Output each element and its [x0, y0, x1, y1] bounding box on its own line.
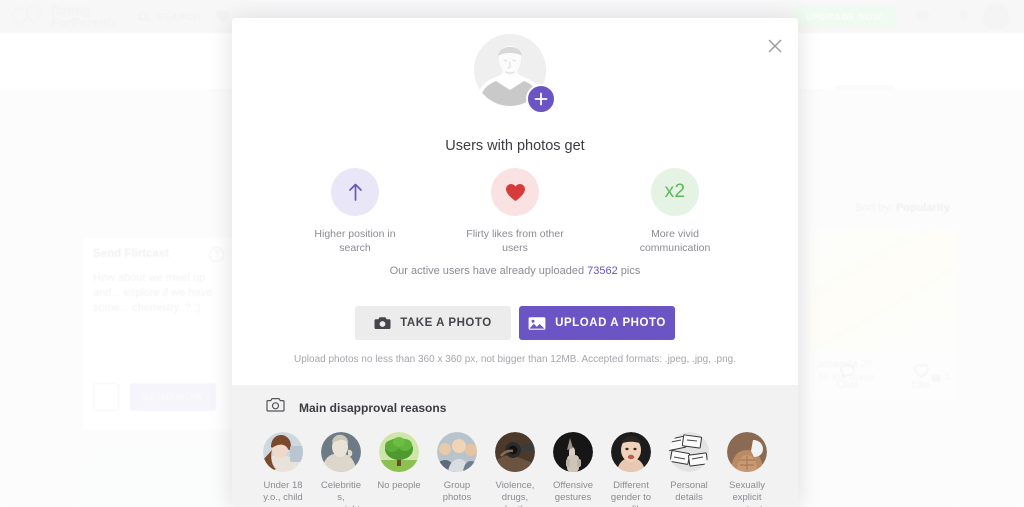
uploaded-count-line: Our active users have already uploaded 7… [232, 265, 798, 277]
modal-title: Users with photos get [445, 138, 585, 154]
documents-thumb [669, 432, 709, 472]
chat-bubble-icon [839, 363, 855, 378]
upload-photo-label: UPLOAD A PHOTO [555, 317, 666, 329]
send-now-label: SEND NOW [142, 391, 204, 403]
profile-card[interactable]: amanda 25 10 km away 1 Chat Like [810, 230, 958, 400]
reason-item: No people [377, 432, 421, 507]
sort-by-label: Sort by: [855, 202, 893, 214]
tree-thumb [379, 432, 419, 472]
flirtcast-message: How about we meet up and... explore if w… [93, 272, 213, 314]
reason-item: Personal details [667, 432, 711, 507]
flirtcast-title: Send Flirtcast [93, 248, 170, 260]
uploaded-prefix: Our active users have already uploaded [389, 265, 585, 277]
nav-search-label: SEARCH [157, 11, 202, 23]
reason-item: Sexually explicit content [725, 432, 769, 507]
sort-by[interactable]: Sort by: Popularity [855, 202, 950, 214]
profile-card[interactable]: Vanessah 34 25 km away 1 Chat Like [80, 448, 228, 507]
reasons-header: Main disapproval reasons [246, 397, 784, 418]
reason-label: Group photos [442, 480, 472, 503]
benefit-label: More vivid communication [639, 228, 711, 254]
like-label: Like [911, 379, 931, 391]
upgrade-now-label: UPGRADE NOW [805, 11, 883, 22]
benefit-item: Higher position in search [304, 168, 406, 255]
chat-bubble-icon[interactable] [915, 9, 930, 28]
site-logo[interactable]: Dating ForParents [10, 3, 118, 31]
benefit-item: x2 More vivid communication [624, 168, 726, 255]
refresh-icon[interactable] [93, 383, 119, 411]
profile-photo [810, 230, 958, 350]
upload-hint: Upload photos no less than 360 x 360 px,… [294, 354, 736, 365]
woman-portrait-thumb [263, 432, 303, 472]
plus-icon [534, 92, 548, 106]
page-root: Dating ForParents SEARCH UPGRADE NOW Sen… [0, 0, 1024, 507]
camera-icon [374, 317, 391, 329]
reason-label: Violence, drugs, death, weapons [495, 480, 535, 507]
magnifier-icon [138, 11, 150, 23]
uploaded-count: 73562 [587, 265, 618, 277]
chat-action[interactable]: Chat [810, 354, 884, 400]
reason-label: Under 18 y.o., child porn [263, 480, 303, 507]
x2-label: x2 [664, 181, 686, 202]
card-actions: Chat Like [810, 354, 958, 400]
image-icon [528, 316, 546, 330]
reason-label: Different gender to profile [610, 480, 652, 507]
profile-card[interactable]: eugeniathibw51 33 25 km away 7 Chat Like [810, 448, 958, 507]
benefit-item: Flirty likes from other users [464, 168, 566, 255]
upgrade-now-button[interactable]: UPGRADE NOW [791, 6, 897, 27]
reason-label: Sexually explicit content [729, 480, 765, 507]
sort-by-value: Popularity [895, 202, 950, 214]
reason-item: Celebrities, copyright infringement [319, 432, 363, 507]
profile-photo [80, 448, 228, 507]
gun-thumb [495, 432, 535, 472]
reason-item: Under 18 y.o., child porn [261, 432, 305, 507]
disapproval-reasons-panel: Main disapproval reasons Under 18 y.o., … [232, 385, 798, 507]
add-photo-button[interactable] [526, 84, 556, 114]
reason-item: Different gender to profile [609, 432, 653, 507]
reason-label: Personal details [670, 480, 708, 503]
logo-line-2: ForParents [51, 16, 118, 30]
chat-label: Chat [836, 379, 858, 391]
hand-gesture-thumb [553, 432, 593, 472]
question-mark-icon[interactable]: ? [209, 247, 224, 262]
logo-text: Dating ForParents [51, 5, 118, 30]
take-photo-label: TAKE A PHOTO [400, 317, 492, 329]
heart-icon [491, 168, 539, 216]
face-thumb [611, 432, 651, 472]
benefits-list: Higher position in search Flirty likes f… [232, 168, 798, 255]
reasons-title: Main disapproval reasons [299, 400, 447, 415]
reason-item: Violence, drugs, death, weapons [493, 432, 537, 507]
camera-outline-icon [266, 397, 285, 418]
upload-photo-button[interactable]: UPLOAD A PHOTO [519, 306, 675, 340]
close-icon[interactable] [766, 37, 784, 55]
uploaded-suffix: pics [620, 265, 641, 277]
nav-search[interactable]: SEARCH [138, 11, 201, 23]
chevron-down-icon[interactable]: ▼ [944, 205, 952, 214]
upload-photo-modal: Users with photos get Higher position in… [232, 18, 798, 507]
benefit-label: Higher position in search [314, 228, 396, 254]
take-photo-button[interactable]: TAKE A PHOTO [355, 306, 511, 340]
statue-thumb [321, 432, 361, 472]
nav-heart-icon[interactable] [215, 9, 231, 29]
reason-label: No people [377, 480, 421, 491]
heart-icon [913, 363, 929, 378]
reason-label: Offensive gestures [553, 480, 593, 503]
bell-icon[interactable] [957, 9, 970, 29]
send-now-button[interactable]: SEND NOW [130, 383, 216, 411]
arrow-up-icon [331, 168, 379, 216]
group-thumb [437, 432, 477, 472]
like-action[interactable]: Like [884, 354, 958, 400]
torso-thumb [727, 432, 767, 472]
reason-label: Celebrities, copyright infringement [320, 480, 362, 507]
reason-item: Offensive gestures [551, 432, 595, 507]
flirtcast-card: Send Flirtcast ? How about we meet up an… [82, 238, 234, 430]
reasons-grid: Under 18 y.o., child porn Celebrities, c… [246, 432, 784, 507]
profile-photo [810, 448, 958, 507]
reason-item: Group photos [435, 432, 479, 507]
benefit-label: Flirty likes from other users [466, 228, 564, 254]
avatar-block [474, 34, 556, 116]
heart-logo-icon [10, 3, 46, 31]
user-avatar-icon[interactable] [983, 4, 1009, 30]
modal-actions: TAKE A PHOTO UPLOAD A PHOTO [232, 306, 798, 340]
x2-multiplier-icon: x2 [651, 168, 699, 216]
